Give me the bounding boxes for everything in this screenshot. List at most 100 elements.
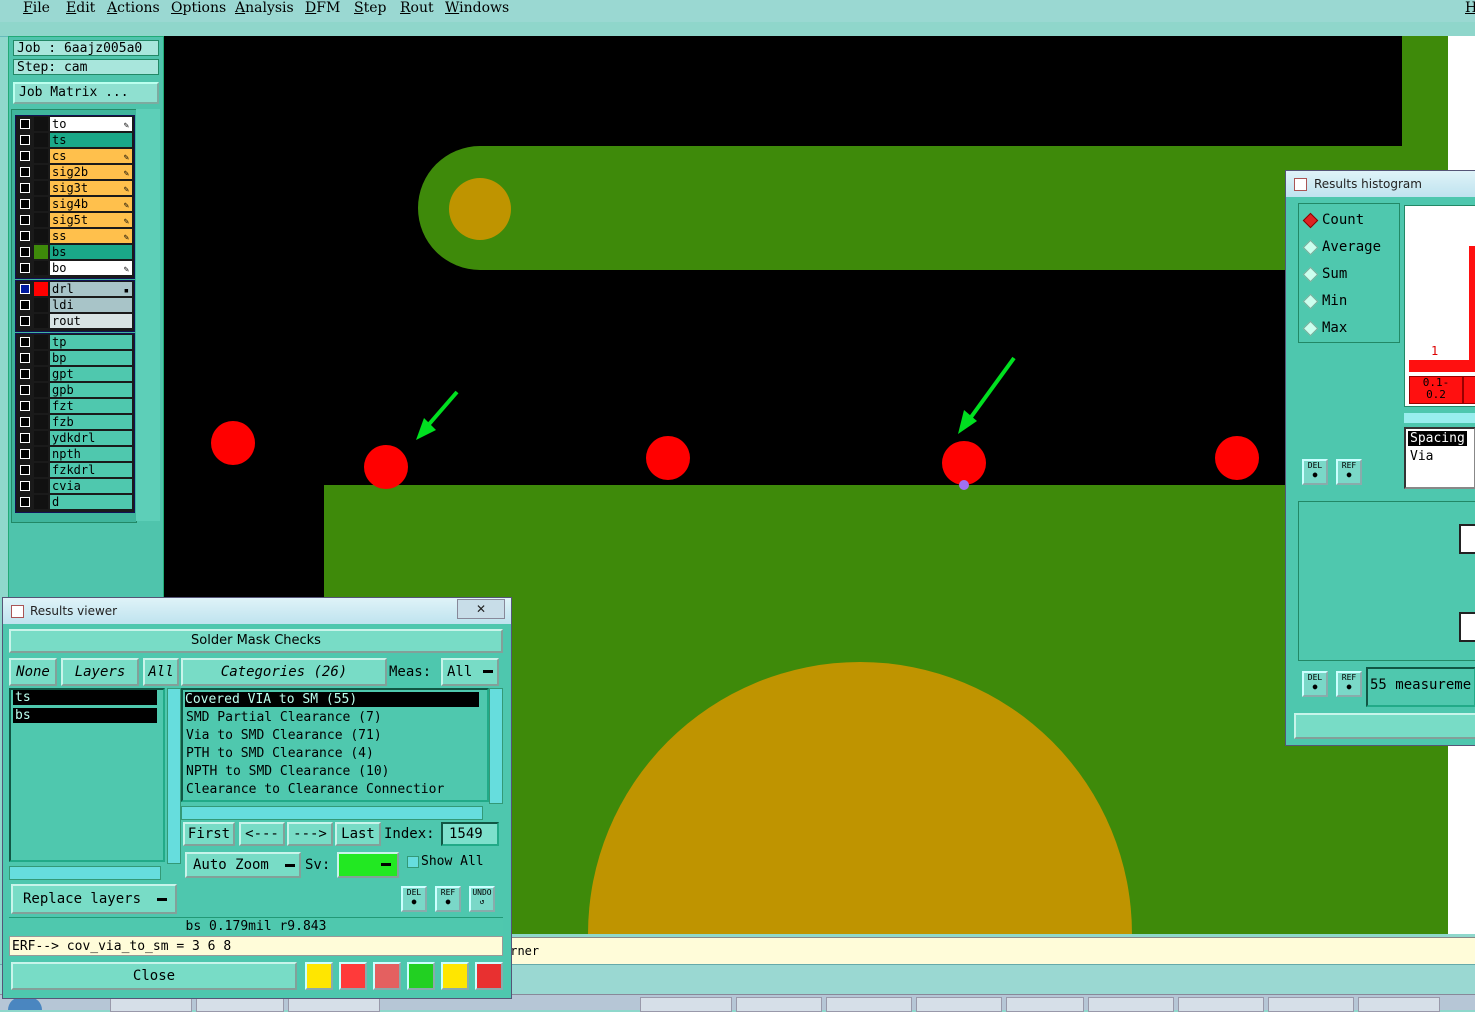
drill-hole[interactable] [211,421,255,465]
bin-label[interactable]: 0.1- 0.2 [1409,376,1463,404]
meas-dropdown[interactable]: All [441,658,499,686]
categories-button[interactable]: Categories (26) [181,658,387,686]
ref-button[interactable]: REF ● [435,886,461,912]
layer-checkbox[interactable] [20,199,30,209]
list-item[interactable]: ts [13,690,157,705]
taskbar-item[interactable] [196,997,284,1012]
layer-checkbox[interactable] [20,497,30,507]
layer-row[interactable]: ydkdrl [16,430,134,446]
layer-checkbox[interactable] [20,316,30,326]
layer-checkbox[interactable] [20,385,30,395]
layer-color-swatch[interactable] [34,383,48,397]
layer-checkbox[interactable] [20,183,30,193]
layer-row[interactable]: cvia [16,478,134,494]
notes-icon[interactable] [441,962,469,990]
menu-options[interactable]: Options [171,0,226,16]
layer-checkbox[interactable] [20,369,30,379]
layer-checkbox[interactable] [20,401,30,411]
viewer-titlebar[interactable]: Results viewer ✕ [3,598,511,624]
histogram-scrollbar[interactable] [1404,413,1475,423]
layer-name[interactable]: npth [50,447,132,461]
layer-color-swatch[interactable] [34,133,48,147]
index-input[interactable]: 1549 [441,822,499,846]
layer-checkbox[interactable] [20,231,30,241]
layer-color-swatch[interactable] [34,165,48,179]
layer-row[interactable]: tp [16,334,134,350]
layer-row[interactable]: cs ✎ [16,148,134,164]
show-all-checkbox[interactable] [407,856,419,868]
layer-color-swatch[interactable] [34,463,48,477]
report-icon[interactable] [339,962,367,990]
layer-row[interactable]: ss ✎ [16,228,134,244]
layer-checkbox[interactable] [20,353,30,363]
layer-row[interactable]: bp [16,350,134,366]
layer-name[interactable]: gpt [50,367,132,381]
layer-scrollbar[interactable] [136,109,160,521]
layer-checkbox[interactable] [20,247,30,257]
histogram-close-button[interactable] [1294,713,1475,739]
histogram-bar[interactable] [1409,360,1469,372]
horizontal-scrollbar[interactable] [181,806,483,820]
none-layers-button[interactable]: None [9,658,57,686]
layer-name[interactable]: rout [50,314,132,328]
all-layers-button[interactable]: All [143,658,179,686]
layer-color-swatch[interactable] [34,298,48,312]
menu-actions[interactable]: Actions [107,0,160,16]
layer-checkbox[interactable] [20,300,30,310]
layer-row[interactable]: rout [16,313,134,329]
ref-button[interactable]: REF ● [1336,459,1362,485]
taskbar-item[interactable] [826,997,912,1012]
layer-color-swatch[interactable] [34,399,48,413]
taskbar-item[interactable] [1358,997,1440,1012]
menu-windows[interactable]: Windows [445,0,509,16]
menu-help[interactable]: H [1465,0,1475,16]
category-item-selected[interactable]: Covered VIA to SM (55) [185,692,479,707]
layer-name[interactable]: ss ✎ [50,229,132,243]
layer-row[interactable]: to ✎ [16,116,134,132]
taskbar-item[interactable] [288,997,380,1012]
taskbar-item[interactable] [640,997,732,1012]
layer-checkbox[interactable] [20,481,30,491]
undo-button[interactable]: UNDO ↺ [469,886,495,912]
layer-row[interactable]: fzb [16,414,134,430]
layer-row[interactable]: sig5t ✎ [16,212,134,228]
histogram-icon[interactable] [475,962,503,990]
layers-button[interactable]: Layers [61,658,139,686]
category-item[interactable]: Clearance to Clearance Connectior [186,782,480,797]
layer-row[interactable]: sig2b ✎ [16,164,134,180]
layer-name[interactable]: d [50,495,132,509]
layer-row[interactable]: npth [16,446,134,462]
layer-color-swatch[interactable] [34,314,48,328]
category-item[interactable]: SMD Partial Clearance (7) [186,710,382,725]
taskbar-item[interactable] [736,997,822,1012]
layer-color-swatch[interactable] [34,447,48,461]
taskbar-item[interactable] [1178,997,1264,1012]
layer-name[interactable]: sig4b ✎ [50,197,132,211]
previous-button[interactable]: <--- [239,822,285,846]
layer-color-swatch[interactable] [34,229,48,243]
layer-name[interactable]: cvia [50,479,132,493]
menu-edit[interactable]: Edit [66,0,95,16]
layer-checkbox[interactable] [20,119,30,129]
menu-rout[interactable]: Rout [400,0,434,16]
layer-color-swatch[interactable] [34,181,48,195]
layer-row[interactable]: fzt [16,398,134,414]
layer-checkbox[interactable] [20,215,30,225]
layer-name[interactable]: drl ▪ [50,282,132,296]
taskbar-item[interactable] [1268,997,1354,1012]
auto-zoom-dropdown[interactable]: Auto Zoom [185,852,301,878]
layer-color-swatch[interactable] [34,117,48,131]
category-item[interactable]: PTH to SMD Clearance (4) [186,746,374,761]
layer-row[interactable]: ldi [16,297,134,313]
option-max[interactable]: Max [1302,320,1347,336]
severity-dropdown[interactable] [337,852,399,878]
layer-name[interactable]: cs ✎ [50,149,132,163]
layer-name[interactable]: bs [50,245,132,259]
layer-color-swatch[interactable] [34,367,48,381]
layer-color-swatch[interactable] [34,213,48,227]
layer-checkbox[interactable] [20,167,30,177]
layer-name[interactable]: bp [50,351,132,365]
layer-name[interactable]: bo ✎ [50,261,132,275]
list-item[interactable]: bs [13,708,157,723]
bin-label[interactable] [1463,376,1475,404]
